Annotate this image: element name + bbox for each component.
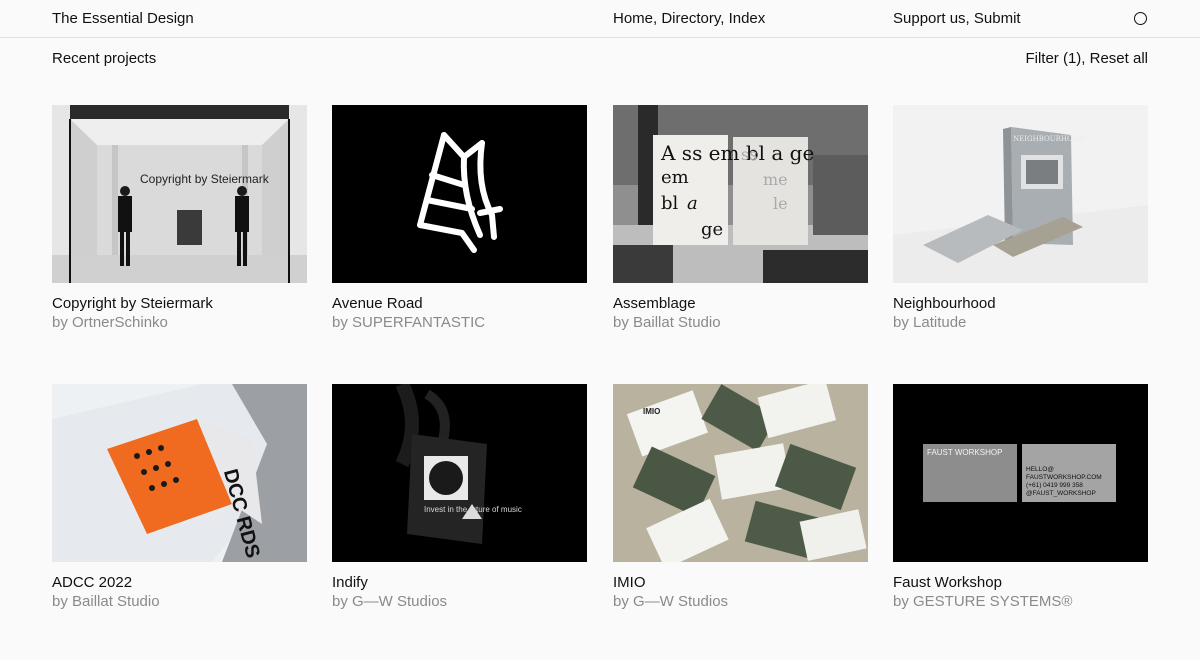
project-author[interactable]: by G—W Studios bbox=[332, 592, 587, 611]
project-thumbnail[interactable]: Copyright by Steiermark bbox=[52, 105, 307, 283]
indify-photo: Invest in the future of music bbox=[332, 384, 587, 562]
imio-card-text: IMIO bbox=[643, 407, 660, 416]
project-card[interactable]: A ss em bl a ge em bl a ge ss me le Asse… bbox=[613, 105, 868, 332]
faust-card-front-text: FAUST WORKSHOP bbox=[927, 448, 1002, 457]
adcc-photo: DCC RDS DN bbox=[52, 384, 307, 562]
project-thumbnail[interactable]: Invest in the future of music bbox=[332, 384, 587, 562]
svg-text:ss: ss bbox=[741, 145, 757, 164]
project-author[interactable]: by Baillat Studio bbox=[52, 592, 307, 611]
project-thumbnail[interactable]: DCC RDS DN bbox=[52, 384, 307, 562]
faust-card-back-text: HELLO@ FAUSTWORKSHOP.COM (+61) 0419 999 … bbox=[1026, 466, 1102, 497]
project-title[interactable]: IMIO bbox=[613, 573, 868, 592]
project-title[interactable]: Assemblage bbox=[613, 294, 868, 313]
project-author[interactable]: by Latitude bbox=[893, 313, 1148, 332]
svg-text:em: em bbox=[661, 167, 689, 188]
imio-photo: IMIO bbox=[613, 384, 868, 562]
faust-photo: FAUST WORKSHOP HELLO@ FAUSTWORKSHOP.COM … bbox=[893, 384, 1148, 562]
project-thumbnail[interactable]: IMIO bbox=[613, 384, 868, 562]
project-title[interactable]: Copyright by Steiermark bbox=[52, 294, 307, 313]
project-card[interactable]: NEIGHBOURHOOD Neighbourhood by Latitude bbox=[893, 105, 1148, 332]
gallery-photo: Copyright by Steiermark bbox=[52, 105, 307, 283]
svg-text:me: me bbox=[763, 170, 788, 189]
project-title[interactable]: Indify bbox=[332, 573, 587, 592]
neighbourhood-photo: NEIGHBOURHOOD bbox=[893, 105, 1148, 283]
project-title[interactable]: Avenue Road bbox=[332, 294, 587, 313]
svg-text:bl: bl bbox=[661, 193, 679, 214]
project-card[interactable]: FAUST WORKSHOP HELLO@ FAUSTWORKSHOP.COM … bbox=[893, 384, 1148, 611]
project-thumbnail[interactable]: A ss em bl a ge em bl a ge ss me le bbox=[613, 105, 868, 283]
project-card[interactable]: Avenue Road by SUPERFANTASTIC bbox=[332, 105, 587, 332]
project-card[interactable]: DCC RDS DN ADCC 2022 by Baillat Studio bbox=[52, 384, 307, 611]
project-author[interactable]: by G—W Studios bbox=[613, 592, 868, 611]
assemblage-photo: A ss em bl a ge em bl a ge ss me le bbox=[613, 105, 868, 283]
svg-text:le: le bbox=[773, 194, 788, 213]
svg-text:ge: ge bbox=[701, 219, 723, 240]
project-card[interactable]: IMIO IMIO by G—W Studios bbox=[613, 384, 868, 611]
filter-reset-links[interactable]: Filter (1), Reset all bbox=[1025, 50, 1148, 67]
top-bar: The Essential Design Home, Directory, In… bbox=[0, 0, 1200, 38]
image-caption: Copyright by Steiermark bbox=[140, 172, 270, 186]
support-submit-links[interactable]: Support us, Submit bbox=[893, 10, 1021, 27]
project-thumbnail[interactable]: NEIGHBOURHOOD bbox=[893, 105, 1148, 283]
svg-text:a: a bbox=[687, 193, 698, 214]
project-title[interactable]: ADCC 2022 bbox=[52, 573, 307, 592]
book-title-text: NEIGHBOURHOOD bbox=[1013, 135, 1084, 143]
project-thumbnail[interactable] bbox=[332, 105, 587, 283]
avenue-road-graphic bbox=[332, 105, 587, 283]
brand-link[interactable]: The Essential Design bbox=[52, 10, 194, 27]
main-nav-links[interactable]: Home, Directory, Index bbox=[613, 10, 765, 27]
project-card[interactable]: Invest in the future of music Indify by … bbox=[332, 384, 587, 611]
project-card[interactable]: Copyright by Steiermark Copyright by Ste… bbox=[52, 105, 307, 332]
project-author[interactable]: by GESTURE SYSTEMS® bbox=[893, 592, 1148, 611]
project-title[interactable]: Faust Workshop bbox=[893, 573, 1148, 592]
project-author[interactable]: by OrtnerSchinko bbox=[52, 313, 307, 332]
tote-text: Invest in the future of music bbox=[424, 505, 522, 514]
search-icon[interactable] bbox=[1134, 12, 1147, 25]
project-author[interactable]: by SUPERFANTASTIC bbox=[332, 313, 587, 332]
section-title: Recent projects bbox=[52, 50, 157, 67]
assemblage-title-text: A ss em bl a ge bbox=[660, 141, 814, 165]
project-author[interactable]: by Baillat Studio bbox=[613, 313, 868, 332]
project-thumbnail[interactable]: FAUST WORKSHOP HELLO@ FAUSTWORKSHOP.COM … bbox=[893, 384, 1148, 562]
project-title[interactable]: Neighbourhood bbox=[893, 294, 1148, 313]
